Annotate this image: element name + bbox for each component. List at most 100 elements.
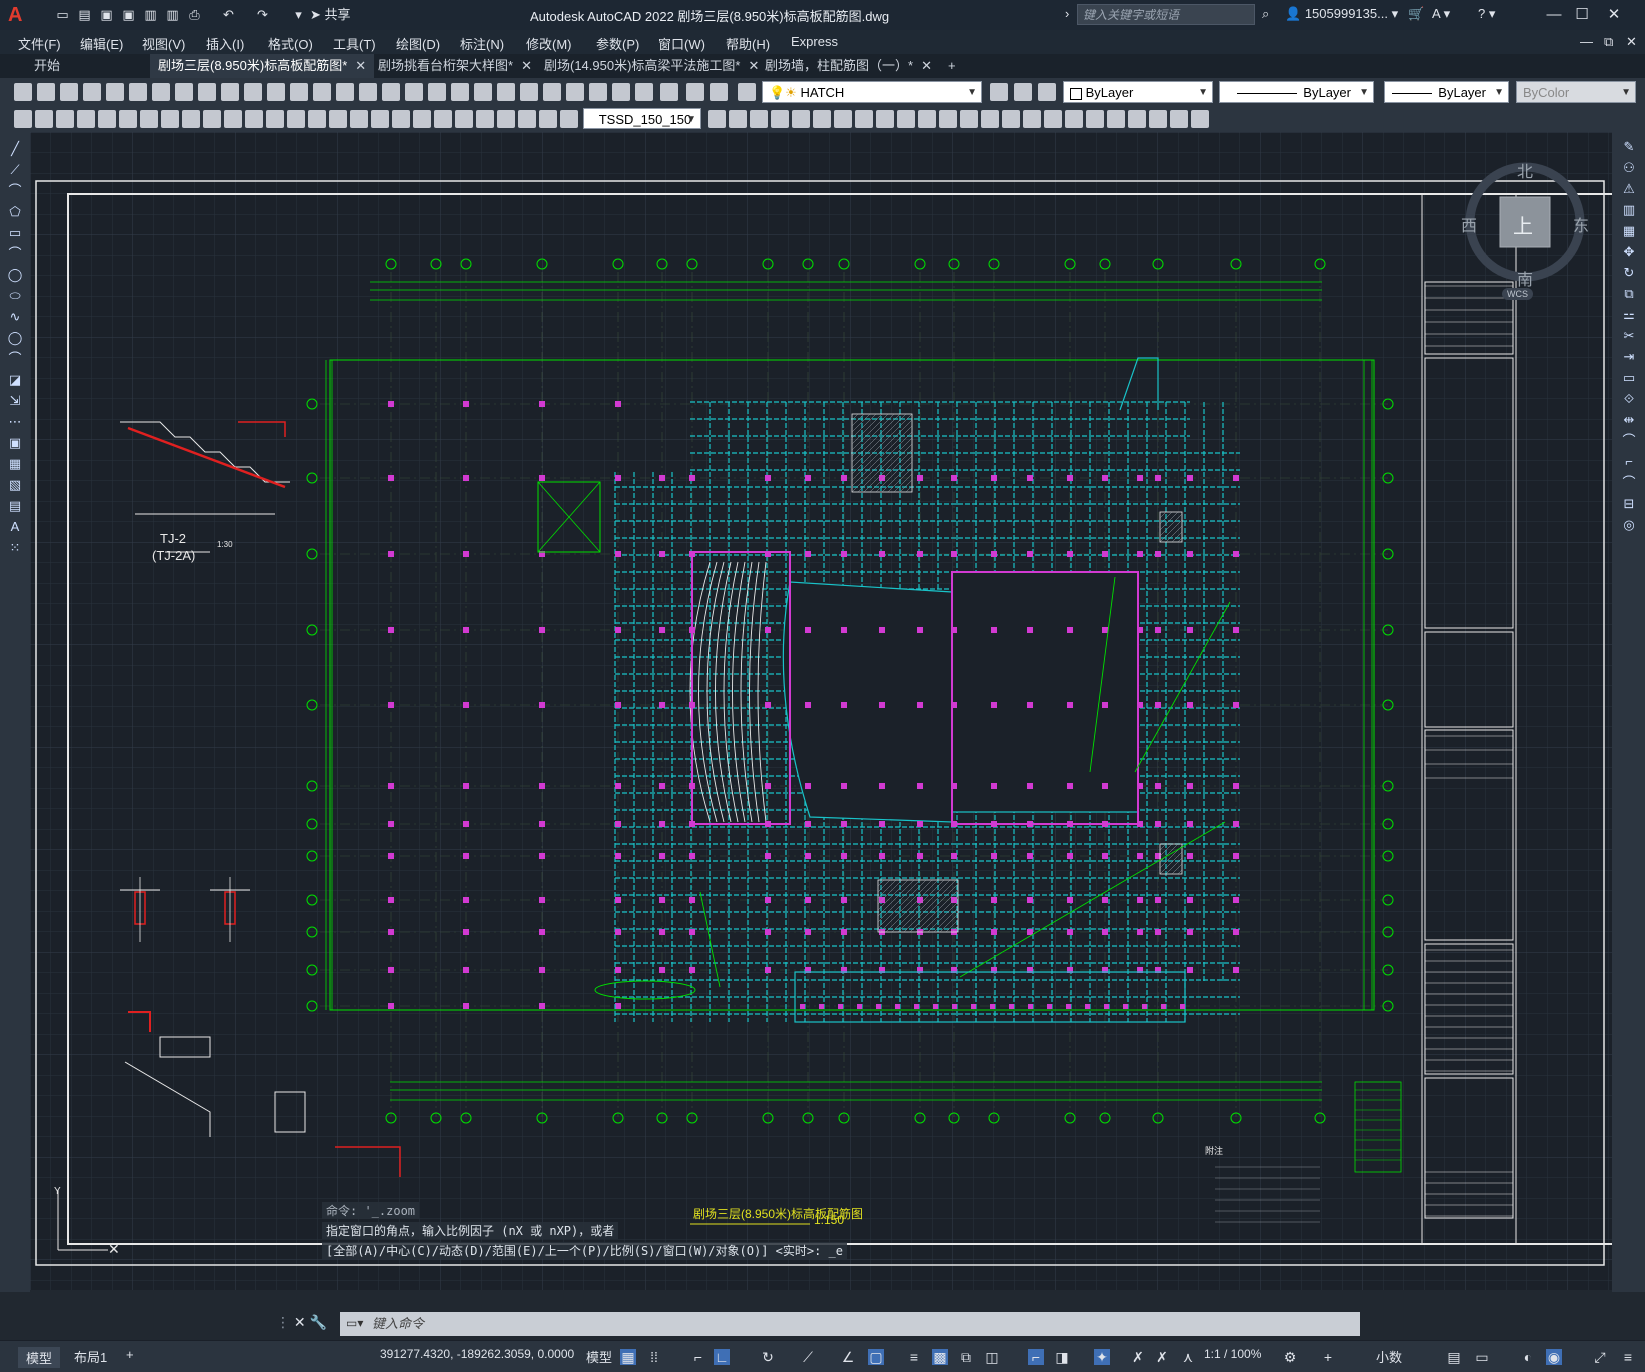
modify-tool-icon[interactable]: ⟐ xyxy=(1621,392,1637,406)
tssd-tool-icon[interactable] xyxy=(497,110,515,128)
command-prompt-icon[interactable]: ▭▾ xyxy=(346,1316,363,1330)
tssd-tool-icon[interactable] xyxy=(434,110,452,128)
draw-tool-icon[interactable]: ∿ xyxy=(7,310,23,324)
annotation-scale-icon[interactable]: ⋏ xyxy=(1180,1349,1196,1365)
tssd-tool-icon[interactable] xyxy=(182,110,200,128)
new-tab-button[interactable]: + xyxy=(940,54,964,78)
tssd-tool-icon[interactable] xyxy=(708,110,726,128)
tab-close-icon[interactable]: ✕ xyxy=(355,58,366,73)
modify-tool-icon[interactable]: ⚍ xyxy=(1621,308,1637,322)
tab-wall-column[interactable]: 剧场墙，柱配筋图（一）* ✕ xyxy=(757,54,940,78)
menu-express[interactable]: Express xyxy=(791,34,838,49)
tab-current-drawing[interactable]: 剧场三层(8.950米)标高板配筋图* ✕ xyxy=(150,54,375,78)
menu-insert[interactable]: 插入(I) xyxy=(206,34,244,53)
draw-tool-icon[interactable]: ⌒ xyxy=(7,184,23,198)
standard-tool-icon[interactable] xyxy=(267,83,285,101)
standard-tool-icon[interactable] xyxy=(686,83,704,101)
tssd-tool-icon[interactable] xyxy=(876,110,894,128)
tssd-tool-icon[interactable] xyxy=(750,110,768,128)
standard-tool-icon[interactable] xyxy=(660,83,678,101)
standard-tool-icon[interactable] xyxy=(198,83,216,101)
menu-window[interactable]: 窗口(W) xyxy=(658,34,705,53)
layer-dropdown[interactable]: 💡☀ HATCH ▼ xyxy=(762,81,982,103)
draw-tool-icon[interactable]: ⟋ xyxy=(7,163,23,177)
modify-tool-icon[interactable]: ◎ xyxy=(1621,518,1637,532)
viewcube-west[interactable]: 西 xyxy=(1461,212,1477,236)
modify-tool-icon[interactable]: ▦ xyxy=(1621,224,1637,238)
units-value[interactable]: 小数 xyxy=(1376,1347,1402,1366)
standard-tool-icon[interactable] xyxy=(175,83,193,101)
share-button[interactable]: ➤ 共享 xyxy=(310,6,360,23)
standard-tool-icon[interactable] xyxy=(83,83,101,101)
tssd-tool-icon[interactable] xyxy=(140,110,158,128)
modify-tool-icon[interactable]: ▥ xyxy=(1621,203,1637,217)
modify-tool-icon[interactable]: ⌒ xyxy=(1621,434,1637,448)
customize-quick-access-icon[interactable]: ▾ xyxy=(290,6,307,23)
draw-tool-icon[interactable]: ◯ xyxy=(7,331,23,345)
close-button[interactable]: ✕ xyxy=(1600,4,1628,26)
standard-tool-icon[interactable] xyxy=(520,83,538,101)
text-style-dropdown[interactable]: TSSD_150_150 ▼ xyxy=(583,108,701,129)
tssd-tool-icon[interactable] xyxy=(939,110,957,128)
menu-help[interactable]: 帮助(H) xyxy=(726,34,770,53)
quick-properties-icon[interactable]: ▤ xyxy=(1446,1349,1462,1365)
tssd-tool-icon[interactable] xyxy=(897,110,915,128)
tssd-tool-icon[interactable] xyxy=(729,110,747,128)
tssd-tool-icon[interactable] xyxy=(287,110,305,128)
tssd-tool-icon[interactable] xyxy=(981,110,999,128)
draw-tool-icon[interactable]: ╱ xyxy=(7,142,23,156)
restore-button[interactable]: ☐ xyxy=(1568,4,1596,26)
tssd-tool-icon[interactable] xyxy=(1170,110,1188,128)
standard-tool-icon[interactable] xyxy=(635,83,653,101)
modify-tool-icon[interactable]: ✎ xyxy=(1621,140,1637,154)
menu-modify[interactable]: 修改(M) xyxy=(526,34,572,53)
tssd-tool-icon[interactable] xyxy=(1002,110,1020,128)
tssd-tool-icon[interactable] xyxy=(413,110,431,128)
tssd-tool-icon[interactable] xyxy=(1191,110,1209,128)
tssd-tool-icon[interactable] xyxy=(350,110,368,128)
standard-tool-icon[interactable] xyxy=(1038,83,1056,101)
tssd-tool-icon[interactable] xyxy=(14,110,32,128)
minimize-button[interactable]: — xyxy=(1540,4,1568,26)
tssd-tool-icon[interactable] xyxy=(560,110,578,128)
redo-icon[interactable]: ↷ xyxy=(254,6,271,23)
modify-tool-icon[interactable]: ⌐ xyxy=(1621,455,1637,469)
tab-layout1[interactable]: 布局1 xyxy=(74,1347,107,1366)
tssd-tool-icon[interactable] xyxy=(371,110,389,128)
tssd-tool-icon[interactable] xyxy=(834,110,852,128)
selection-filter-icon[interactable]: ◨ xyxy=(1054,1349,1070,1365)
annotation-visibility-icon[interactable]: ✗ xyxy=(1130,1349,1146,1365)
tssd-tool-icon[interactable] xyxy=(476,110,494,128)
standard-tool-icon[interactable] xyxy=(612,83,630,101)
tssd-tool-icon[interactable] xyxy=(119,110,137,128)
tssd-tool-icon[interactable] xyxy=(1023,110,1041,128)
draw-tool-icon[interactable]: ▣ xyxy=(7,436,23,450)
tssd-tool-icon[interactable] xyxy=(1065,110,1083,128)
search-icon[interactable]: ⌕ xyxy=(1262,6,1269,22)
modify-tool-icon[interactable]: ⊟ xyxy=(1621,497,1637,511)
tssd-tool-icon[interactable] xyxy=(518,110,536,128)
model-space-toggle[interactable]: 模型 xyxy=(586,1347,612,1366)
draw-tool-icon[interactable]: ◪ xyxy=(7,373,23,387)
color-dropdown[interactable]: ByLayer ▼ xyxy=(1063,81,1213,103)
gizmo-icon[interactable]: ✦ xyxy=(1094,1349,1110,1365)
customization-icon[interactable]: ≡ xyxy=(1620,1349,1636,1365)
tab-close-icon[interactable]: ✕ xyxy=(921,58,932,73)
tssd-tool-icon[interactable] xyxy=(813,110,831,128)
auto-scale-icon[interactable]: ✗ xyxy=(1154,1349,1170,1365)
clean-screen-icon[interactable]: ⤢ xyxy=(1592,1349,1608,1365)
standard-tool-icon[interactable] xyxy=(738,83,756,101)
object-snap-tracking-icon[interactable]: ∠ xyxy=(840,1349,856,1365)
standard-tool-icon[interactable] xyxy=(37,83,55,101)
viewcube-north[interactable]: 北 xyxy=(1517,158,1533,182)
transparency-icon[interactable]: ▩ xyxy=(932,1349,948,1365)
plot-icon[interactable]: ⎙ xyxy=(186,6,203,23)
standard-tool-icon[interactable] xyxy=(428,83,446,101)
tssd-tool-icon[interactable] xyxy=(329,110,347,128)
draw-tool-icon[interactable]: ◯ xyxy=(7,268,23,282)
standard-tool-icon[interactable] xyxy=(566,83,584,101)
modify-tool-icon[interactable]: ⇹ xyxy=(1621,413,1637,427)
hardware-acceleration-icon[interactable]: ◉ xyxy=(1546,1349,1562,1365)
viewcube-south[interactable]: 南 xyxy=(1517,266,1533,290)
standard-tool-icon[interactable] xyxy=(589,83,607,101)
